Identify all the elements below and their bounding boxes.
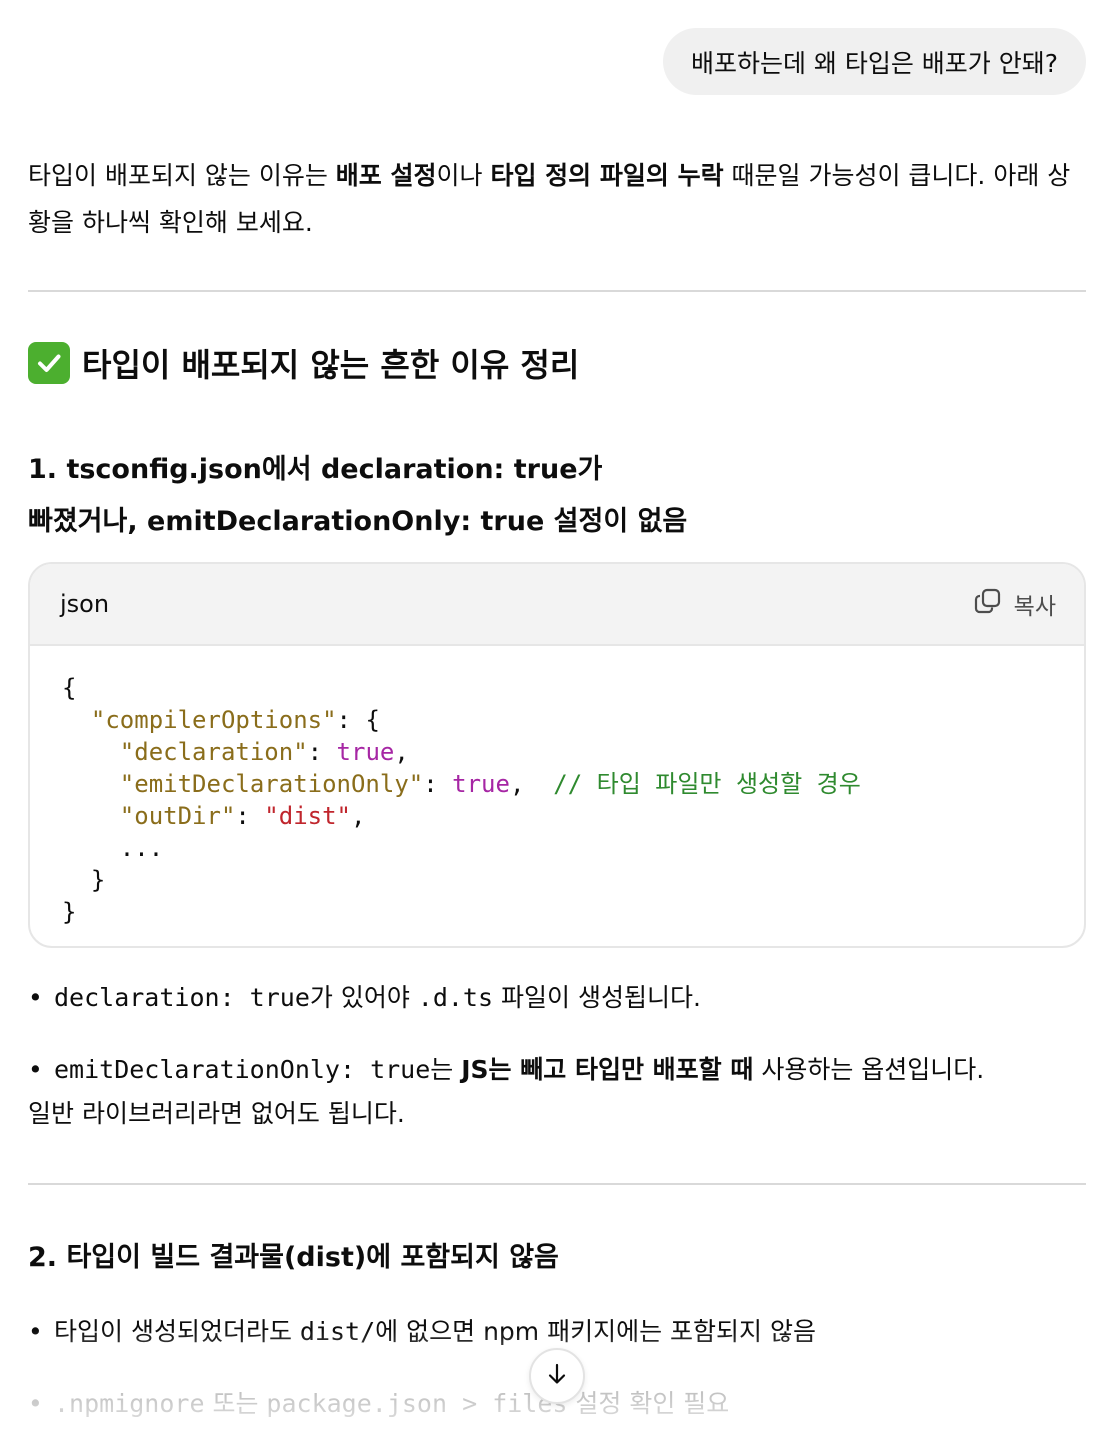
item1-heading: 1. tsconfig.json에서 declaration: true가 빠졌…: [28, 444, 687, 548]
intro-text-2: 이나: [436, 161, 491, 190]
section-heading: 타입이 배포되지 않는 흔한 이유 정리: [28, 340, 579, 386]
code-token: }: [62, 866, 106, 894]
code-comment: // 타입 파일만 생성할 경우: [553, 770, 861, 798]
code-token: ...: [62, 834, 164, 862]
code-token: :: [423, 770, 453, 798]
code-language-label: json: [60, 590, 110, 618]
code-token: }: [62, 898, 77, 926]
intro-text-1: 타입이 배포되지 않는 이유는: [28, 161, 336, 190]
list-item-text: 에 없으면 npm 패키지에는 포함되지 않음: [375, 1317, 816, 1346]
copy-button[interactable]: 복사: [974, 587, 1056, 621]
code-token: "compilerOptions": [90, 706, 337, 734]
code-token: ,: [509, 770, 554, 798]
bullet-dot: •: [28, 1317, 43, 1346]
code-token: true: [336, 738, 395, 766]
item1-heading-line1: 1. tsconfig.json에서 declaration: true가: [28, 454, 603, 485]
inline-code: emitDeclarationOnly: true: [54, 1055, 431, 1084]
code-token: {: [62, 674, 77, 702]
arrow-down-icon: [544, 1361, 570, 1391]
section-heading-text: 타입이 배포되지 않는 흔한 이유 정리: [82, 346, 580, 384]
code-token: ,: [351, 802, 366, 830]
list-item-text: 설정 확인 필요: [567, 1389, 730, 1418]
list-item-bold: JS는 빼고 타입만 배포할 때: [461, 1055, 754, 1084]
code-token: "outDir": [119, 802, 236, 830]
code-token: :: [235, 802, 265, 830]
divider: [28, 1183, 1086, 1185]
list-item: • emitDeclarationOnly: true는 JS는 빼고 타입만 배…: [28, 1048, 1088, 1136]
bullet-dot: •: [28, 983, 43, 1012]
code-token: : {: [336, 706, 380, 734]
code-block: json 복사 { "compilerOptions": { "declarat…: [28, 562, 1086, 948]
code-token: "dist": [264, 802, 351, 830]
divider: [28, 290, 1086, 292]
inline-code: dist/: [299, 1317, 376, 1346]
code-line: ...: [62, 832, 1084, 864]
list-item-text: 사용하는 옵션입니다.: [753, 1055, 985, 1084]
scroll-to-bottom-button[interactable]: [529, 1348, 585, 1404]
item1-heading-line2: 빠졌거나, emitDeclarationOnly: true 설정이 없음: [28, 506, 688, 537]
code-line: "compilerOptions": {: [62, 704, 1084, 736]
list-item: • declaration: true가 있어야 .d.ts 파일이 생성됩니다.: [28, 976, 1088, 1020]
copy-button-label: 복사: [1013, 594, 1056, 620]
code-line: "emitDeclarationOnly": true, // 타입 파일만 생…: [62, 768, 1084, 800]
code-token: :: [307, 738, 337, 766]
inline-code: package.json > files: [266, 1389, 568, 1418]
list-item-text: 타입이 생성되었더라도: [54, 1317, 300, 1346]
code-block-header: json 복사: [30, 564, 1084, 646]
copy-icon: [974, 587, 1002, 621]
intro-paragraph: 타입이 배포되지 않는 이유는 배포 설정이나 타입 정의 파일의 누락 때문일…: [28, 152, 1088, 246]
list-item-text: 가 있어야: [309, 983, 418, 1012]
code-line: "outDir": "dist",: [62, 800, 1084, 832]
check-mark-icon: [28, 342, 70, 384]
list-item-text: 는: [430, 1055, 462, 1084]
code-line: {: [62, 672, 1084, 704]
code-content: { "compilerOptions": { "declaration": tr…: [30, 646, 1084, 928]
bullet-dot: •: [28, 1389, 43, 1418]
list-item-text: 일반 라이브러리라면 없어도 됩니다.: [28, 1099, 405, 1128]
item2-heading: 2. 타입이 빌드 결과물(dist)에 포함되지 않음: [28, 1232, 559, 1284]
list-item-text: 파일이 생성됩니다.: [493, 983, 701, 1012]
code-token: "emitDeclarationOnly": [119, 770, 424, 798]
inline-code: .d.ts: [417, 983, 494, 1012]
inline-code: declaration: true: [54, 983, 310, 1012]
code-token: true: [452, 770, 510, 798]
item2-heading-text: 2. 타입이 빌드 결과물(dist)에 포함되지 않음: [28, 1242, 559, 1273]
inline-code: .npmignore: [54, 1389, 205, 1418]
code-line: "declaration": true,: [62, 736, 1084, 768]
intro-bold-2: 타입 정의 파일의 누락: [490, 161, 724, 190]
code-token: ,: [394, 738, 409, 766]
list-item-text: 또는: [204, 1389, 267, 1418]
intro-bold-1: 배포 설정: [335, 161, 437, 190]
bullet-dot: •: [28, 1055, 43, 1084]
code-line: }: [62, 896, 1084, 928]
user-message-text: 배포하는데 왜 타입은 배포가 안돼?: [690, 48, 1058, 78]
code-line: }: [62, 864, 1084, 896]
user-message-bubble: 배포하는데 왜 타입은 배포가 안돼?: [662, 28, 1086, 95]
code-token: "declaration": [119, 738, 308, 766]
